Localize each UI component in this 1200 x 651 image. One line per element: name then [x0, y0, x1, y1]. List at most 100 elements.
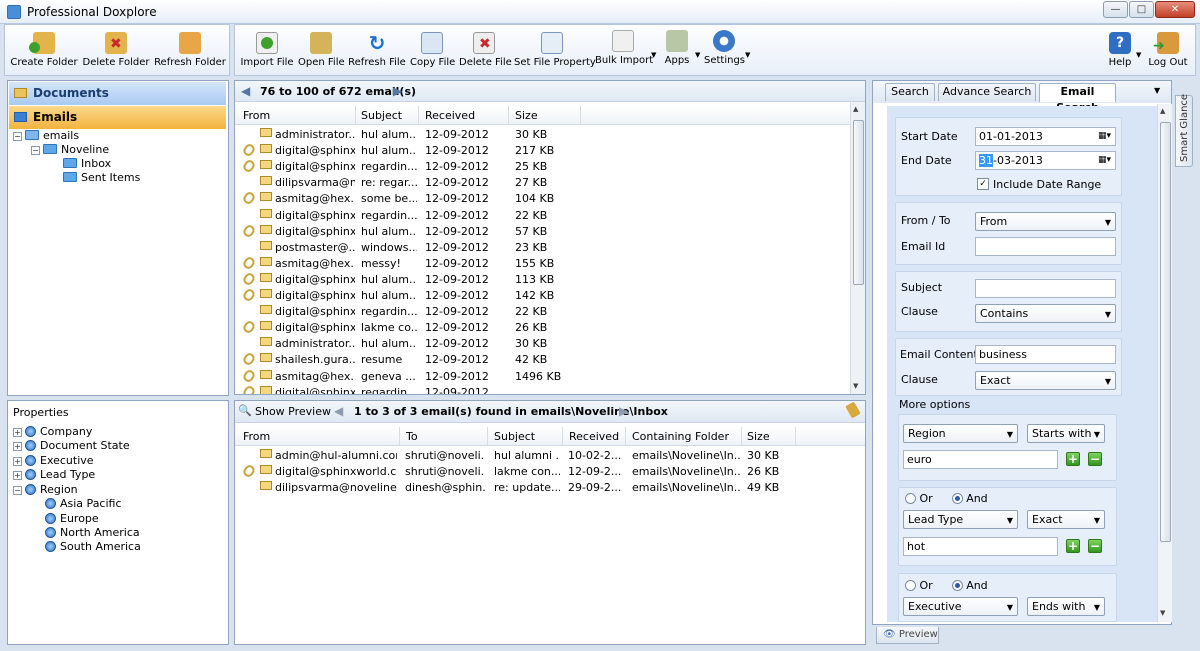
option3-property-select[interactable]: Executive ▼: [903, 597, 1018, 616]
scroll-down-icon[interactable]: ▼: [853, 382, 858, 390]
table-row[interactable]: postmaster@... windows... 12-09-2012 23 KB: [235, 239, 850, 255]
start-date-field[interactable]: 01-01-2013 ▦▾: [975, 127, 1116, 146]
smart-glance-tab[interactable]: Smart Glance: [1175, 94, 1193, 167]
from-to-select[interactable]: From ▼: [975, 212, 1116, 231]
scroll-thumb[interactable]: [853, 120, 864, 285]
clear-results-icon[interactable]: [845, 401, 861, 419]
refresh-file-button[interactable]: ↻ Refresh File: [348, 25, 406, 75]
option1-property-select[interactable]: Region ▼: [903, 424, 1018, 443]
bulk-import-dropdown-icon[interactable]: ▼: [651, 51, 656, 59]
emails-section[interactable]: Emails: [9, 106, 226, 129]
import-file-button[interactable]: Import File: [239, 25, 295, 75]
close-button[interactable]: ✕: [1155, 1, 1195, 18]
property-executive[interactable]: + Executive: [13, 454, 94, 467]
table-row[interactable]: digital@sphinx... regardin... 12-09-2012: [235, 383, 850, 394]
preview-tab[interactable]: 👁 Preview: [876, 627, 939, 644]
table-row[interactable]: digital@sphinx... lakme co... 12-09-2012 26…: [235, 319, 850, 335]
region-europe[interactable]: Europe: [45, 512, 99, 525]
and-radio[interactable]: [951, 580, 963, 591]
delete-file-button[interactable]: ✖ Delete File: [459, 25, 512, 75]
set-file-property-button[interactable]: Set File Property: [514, 25, 596, 75]
subject-clause-select[interactable]: Contains ▼: [975, 304, 1116, 323]
collapse-icon[interactable]: −: [13, 132, 22, 141]
tab-advance-search[interactable]: Advance Search: [938, 83, 1036, 101]
settings-dropdown-icon[interactable]: ▼: [745, 51, 750, 59]
table-row[interactable]: dilipsvarma@n... re: regar... 12-09-2012 27…: [235, 174, 850, 190]
region-south-america[interactable]: South America: [45, 540, 141, 553]
table-row[interactable]: digital@sphinx... hul alum... 12-09-2012 57…: [235, 222, 850, 239]
content-clause-select[interactable]: Exact ▼: [975, 371, 1116, 390]
help-button[interactable]: ? Help: [1104, 25, 1136, 75]
tab-menu-dropdown-icon[interactable]: ▼: [1154, 86, 1160, 95]
col-subject[interactable]: Subject: [494, 430, 535, 443]
tree-item-inbox[interactable]: Inbox: [63, 157, 111, 170]
collapse-icon[interactable]: −: [13, 486, 22, 495]
prev-page-icon[interactable]: ◀: [241, 84, 250, 98]
property-document-state[interactable]: + Document State: [13, 439, 130, 452]
calendar-icon[interactable]: ▦▾: [1098, 128, 1111, 145]
tree-item-noveline[interactable]: − Noveline: [31, 143, 109, 156]
table-row[interactable]: digital@sphinx... regardin... 12-09-2012 22…: [235, 207, 850, 223]
option2-value-input[interactable]: hot: [903, 537, 1058, 556]
property-lead-type[interactable]: + Lead Type: [13, 468, 95, 481]
subject-input[interactable]: [975, 279, 1116, 298]
calendar-icon[interactable]: ▦▾: [1098, 152, 1111, 169]
apps-button[interactable]: Apps: [660, 25, 694, 75]
col-containing-folder[interactable]: Containing Folder: [632, 430, 729, 443]
table-row[interactable]: administrator... hul alum... 12-09-2012 30 …: [235, 126, 850, 142]
remove-option-icon[interactable]: −: [1088, 539, 1102, 553]
and-radio[interactable]: [951, 493, 963, 504]
scroll-down-icon[interactable]: ▼: [1160, 609, 1165, 617]
table-row[interactable]: dilipsvarma@noveline.c... dinesh@sphin...…: [235, 479, 865, 495]
table-row[interactable]: asmitag@hex... messy! 12-09-2012 155 KB: [235, 255, 850, 271]
table-row[interactable]: digital@sphinx... hul alum... 12-09-2012 14…: [235, 287, 850, 303]
col-from[interactable]: From: [243, 109, 270, 122]
property-company[interactable]: + Company: [13, 425, 92, 438]
maximize-button[interactable]: □: [1129, 1, 1154, 18]
remove-option-icon[interactable]: −: [1088, 452, 1102, 466]
log-out-button[interactable]: ➜ Log Out: [1145, 25, 1191, 75]
add-option-icon[interactable]: +: [1066, 452, 1080, 466]
open-file-button[interactable]: Open File: [298, 25, 345, 75]
col-subject[interactable]: Subject: [361, 109, 402, 122]
expand-icon[interactable]: +: [13, 428, 22, 437]
expand-icon[interactable]: +: [13, 442, 22, 451]
scroll-up-icon[interactable]: ▲: [853, 105, 858, 113]
table-row[interactable]: shailesh.gura... resume 12-09-2012 42 KB: [235, 351, 850, 368]
create-folder-button[interactable]: Create Folder: [8, 25, 80, 75]
or-radio[interactable]: [905, 493, 916, 504]
table-row[interactable]: digital@sphinx... regardin... 12-09-2012 22…: [235, 303, 850, 319]
tree-item-emails[interactable]: − emails: [13, 129, 79, 142]
region-north-america[interactable]: North America: [45, 526, 140, 539]
scroll-thumb[interactable]: [1160, 122, 1171, 542]
refresh-folder-button[interactable]: Refresh Folder: [153, 25, 227, 75]
scroll-up-icon[interactable]: ▲: [1160, 107, 1165, 115]
col-size[interactable]: Size: [747, 430, 770, 443]
email-id-input[interactable]: [975, 237, 1116, 256]
table-row[interactable]: digital@sphinx... hul alum... 12-09-2012 11…: [235, 271, 850, 287]
table-row[interactable]: asmitag@hex... some be... 12-09-2012 104 KB: [235, 190, 850, 207]
show-preview-toggle[interactable]: Show Preview: [255, 405, 331, 418]
col-received[interactable]: Received: [569, 430, 619, 443]
bulk-import-button[interactable]: Bulk Import: [595, 25, 653, 75]
email-content-input[interactable]: business: [975, 345, 1116, 364]
add-option-icon[interactable]: +: [1066, 539, 1080, 553]
apps-dropdown-icon[interactable]: ▼: [695, 51, 700, 59]
tab-search[interactable]: Search: [885, 83, 935, 101]
table-row[interactable]: digital@sphinx... hul alum... 12-09-2012 21…: [235, 142, 850, 158]
col-to[interactable]: To: [406, 430, 418, 443]
tree-item-sent-items[interactable]: Sent Items: [63, 171, 140, 184]
expand-icon[interactable]: +: [13, 457, 22, 466]
tab-email-search[interactable]: Email Search: [1039, 83, 1116, 114]
next-result-icon[interactable]: ▶: [619, 404, 628, 418]
table-row[interactable]: digital@sphinxworld.com shruti@noveli... l…: [235, 463, 865, 479]
option2-property-select[interactable]: Lead Type ▼: [903, 510, 1018, 529]
table-row[interactable]: asmitag@hex... geneva ... 12-09-2012 1496 K…: [235, 367, 850, 384]
collapse-icon[interactable]: −: [31, 146, 40, 155]
option1-value-input[interactable]: euro: [903, 450, 1058, 469]
region-asia-pacific[interactable]: Asia Pacific: [45, 497, 122, 510]
table-row[interactable]: digital@sphinx... regardin... 12-09-2012 25…: [235, 158, 850, 174]
documents-section[interactable]: Documents: [9, 82, 226, 105]
option3-operator-select[interactable]: Ends with ▼: [1027, 597, 1105, 616]
table-row[interactable]: admin@hul-alumni.com shruti@noveli... hul …: [235, 447, 865, 463]
